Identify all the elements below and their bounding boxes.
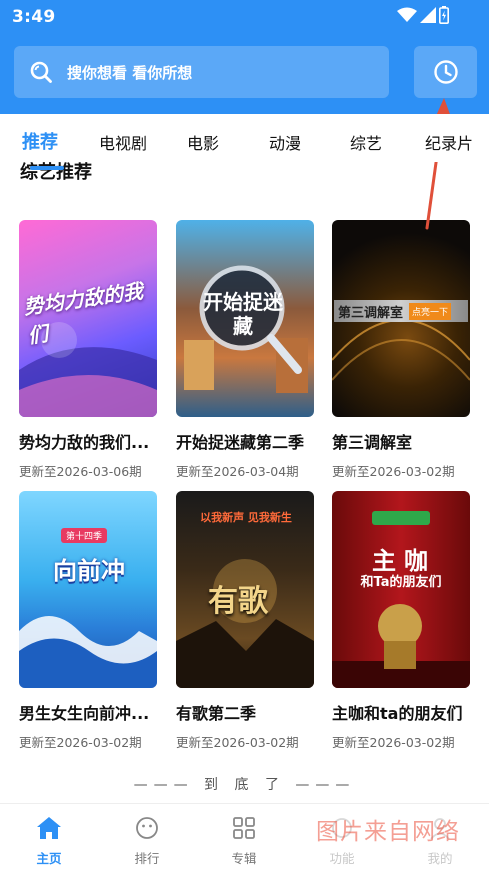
nav-label: 我的 bbox=[427, 851, 453, 866]
tab-recommend[interactable]: 推荐 bbox=[22, 128, 58, 154]
home-icon bbox=[37, 817, 61, 839]
top-header: 3:49 搜你想看 看你所想 bbox=[0, 0, 489, 114]
grid-icon bbox=[233, 817, 255, 839]
poster-image[interactable]: 以我新声 见我新生 有歌 bbox=[176, 491, 314, 688]
card-title[interactable]: 开始捉迷藏第二季 bbox=[176, 429, 314, 453]
nav-label: 专辑 bbox=[231, 851, 257, 866]
poster-image[interactable]: 主咖 和Ta的朋友们 bbox=[332, 491, 470, 688]
search-icon bbox=[30, 61, 52, 83]
video-card[interactable]: 开始捉迷藏 开始捉迷藏第二季 更新至2026-03-04期 bbox=[176, 220, 314, 480]
search-placeholder[interactable]: 搜你想看 看你所想 bbox=[67, 62, 192, 83]
video-card[interactable]: 势均力敌的我们 势均力敌的我们... 更新至2026-03-06期 bbox=[19, 220, 157, 480]
history-button[interactable] bbox=[414, 46, 477, 98]
poster-title: 第三调解室 bbox=[338, 305, 404, 321]
end-of-list-text: ——— 到 底 了 ——— bbox=[133, 777, 356, 793]
nav-home[interactable]: 主页 bbox=[14, 816, 84, 867]
status-time: 3:49 bbox=[12, 7, 56, 27]
card-title[interactable]: 第三调解室 bbox=[332, 429, 470, 453]
poster-image[interactable]: 势均力敌的我们 bbox=[19, 220, 157, 417]
poster-art bbox=[19, 616, 157, 688]
poster-title: 有歌 bbox=[208, 584, 268, 619]
video-card[interactable]: 以我新声 见我新生 有歌 有歌第二季 更新至2026-03-02期 bbox=[176, 491, 314, 751]
tab-indicator bbox=[30, 166, 64, 170]
video-card[interactable]: 第三调解室 点亮一下 第三调解室 更新至2026-03-02期 bbox=[332, 220, 470, 480]
card-title[interactable]: 主咖和ta的朋友们 bbox=[332, 700, 470, 724]
poster-title: 开始捉迷藏 bbox=[203, 290, 283, 338]
card-subtitle: 更新至2026-03-02期 bbox=[332, 464, 455, 479]
poster-image[interactable]: 第三调解室 点亮一下 bbox=[332, 220, 470, 417]
tab-variety[interactable]: 综艺 bbox=[350, 130, 382, 154]
poster-image[interactable]: 开始捉迷藏 bbox=[176, 220, 314, 417]
video-card[interactable]: 第十四季 向前冲 男生女生向前冲... 更新至2026-03-02期 bbox=[19, 491, 157, 751]
card-title[interactable]: 有歌第二季 bbox=[176, 700, 314, 724]
tab-tv[interactable]: 电视剧 bbox=[99, 130, 147, 154]
nav-album[interactable]: 专辑 bbox=[209, 816, 279, 867]
watermark: 图片来自网络 bbox=[316, 819, 460, 845]
nav-label: 功能 bbox=[329, 851, 355, 866]
tab-documentary[interactable]: 纪录片 bbox=[425, 130, 473, 154]
card-subtitle: 更新至2026-03-04期 bbox=[176, 464, 299, 479]
nav-label: 主页 bbox=[36, 851, 62, 866]
poster-title-banner: 第三调解室 点亮一下 bbox=[334, 300, 468, 322]
card-title[interactable]: 势均力敌的我们... bbox=[19, 429, 157, 453]
nav-ranking[interactable]: 排行 bbox=[112, 816, 182, 867]
card-subtitle: 更新至2026-03-02期 bbox=[332, 735, 455, 750]
card-subtitle: 更新至2026-03-02期 bbox=[19, 735, 142, 750]
poster-title: 向前冲 bbox=[53, 557, 125, 585]
poster-badge: 以我新声 见我新生 bbox=[200, 511, 292, 524]
nav-label: 排行 bbox=[134, 851, 160, 866]
poster-badge: 点亮一下 bbox=[409, 302, 452, 320]
smile-icon bbox=[136, 817, 158, 839]
clock-icon bbox=[433, 60, 458, 84]
search-bar[interactable]: 搜你想看 看你所想 bbox=[14, 46, 389, 98]
poster-badge: 和Ta的朋友们 bbox=[360, 575, 442, 590]
tab-movie[interactable]: 电影 bbox=[187, 130, 219, 154]
tab-bar: 推荐 电视剧 电影 动漫 综艺 纪录片 bbox=[0, 114, 489, 170]
tab-anime[interactable]: 动漫 bbox=[269, 130, 301, 154]
video-card[interactable]: 主咖 和Ta的朋友们 主咖和ta的朋友们 更新至2026-03-02期 bbox=[332, 491, 470, 751]
battery-icon bbox=[439, 6, 449, 24]
poster-image[interactable]: 第十四季 向前冲 bbox=[19, 491, 157, 688]
poster-badge: 第十四季 bbox=[61, 528, 108, 543]
wifi-icon bbox=[397, 7, 417, 22]
status-icons bbox=[397, 6, 449, 24]
card-subtitle: 更新至2026-03-06期 bbox=[19, 464, 142, 479]
card-subtitle: 更新至2026-03-02期 bbox=[176, 735, 299, 750]
signal-icon bbox=[420, 7, 436, 23]
card-title[interactable]: 男生女生向前冲... bbox=[19, 700, 157, 724]
status-bar: 3:49 bbox=[0, 0, 489, 32]
